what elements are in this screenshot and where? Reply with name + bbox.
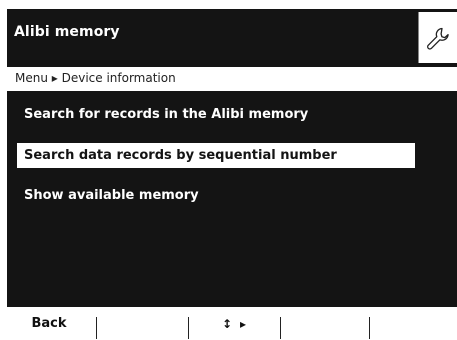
page-title: Alibi memory: [14, 24, 120, 40]
softkey-bar: Back ↕ ▸: [7, 307, 457, 340]
menu-item-label: Search data records by sequential number: [24, 148, 337, 163]
title-bar: Alibi memory: [7, 9, 457, 67]
right-arrow-icon: ▸: [240, 316, 247, 331]
menu-item-available-memory[interactable]: Show available memory: [17, 183, 415, 208]
softkey-4[interactable]: [281, 307, 369, 340]
breadcrumb-path: Menu ▸ Device information: [15, 71, 176, 85]
wrench-icon: [427, 27, 449, 50]
menu-item-label: Show available memory: [24, 188, 199, 203]
menu-item-label: Search for records in the Alibi memory: [24, 107, 309, 122]
softkey-2[interactable]: [97, 307, 187, 340]
balance-display: Alibi memory Menu ▸ Device information S…: [0, 0, 457, 340]
breadcrumb: Menu ▸ Device information: [7, 67, 457, 91]
navigation-softkey[interactable]: ↕ ▸: [189, 307, 279, 340]
up-down-arrow-icon: ↕: [221, 316, 233, 331]
menu-item-search-alibi[interactable]: Search for records in the Alibi memory: [17, 102, 415, 127]
back-softkey[interactable]: Back: [19, 307, 79, 340]
menu-item-search-sequential[interactable]: Search data records by sequential number: [17, 143, 415, 168]
menu-panel: Search for records in the Alibi memory S…: [7, 91, 457, 307]
softkey-5[interactable]: [370, 307, 457, 340]
back-label: Back: [31, 316, 67, 331]
settings-button[interactable]: [418, 12, 457, 63]
